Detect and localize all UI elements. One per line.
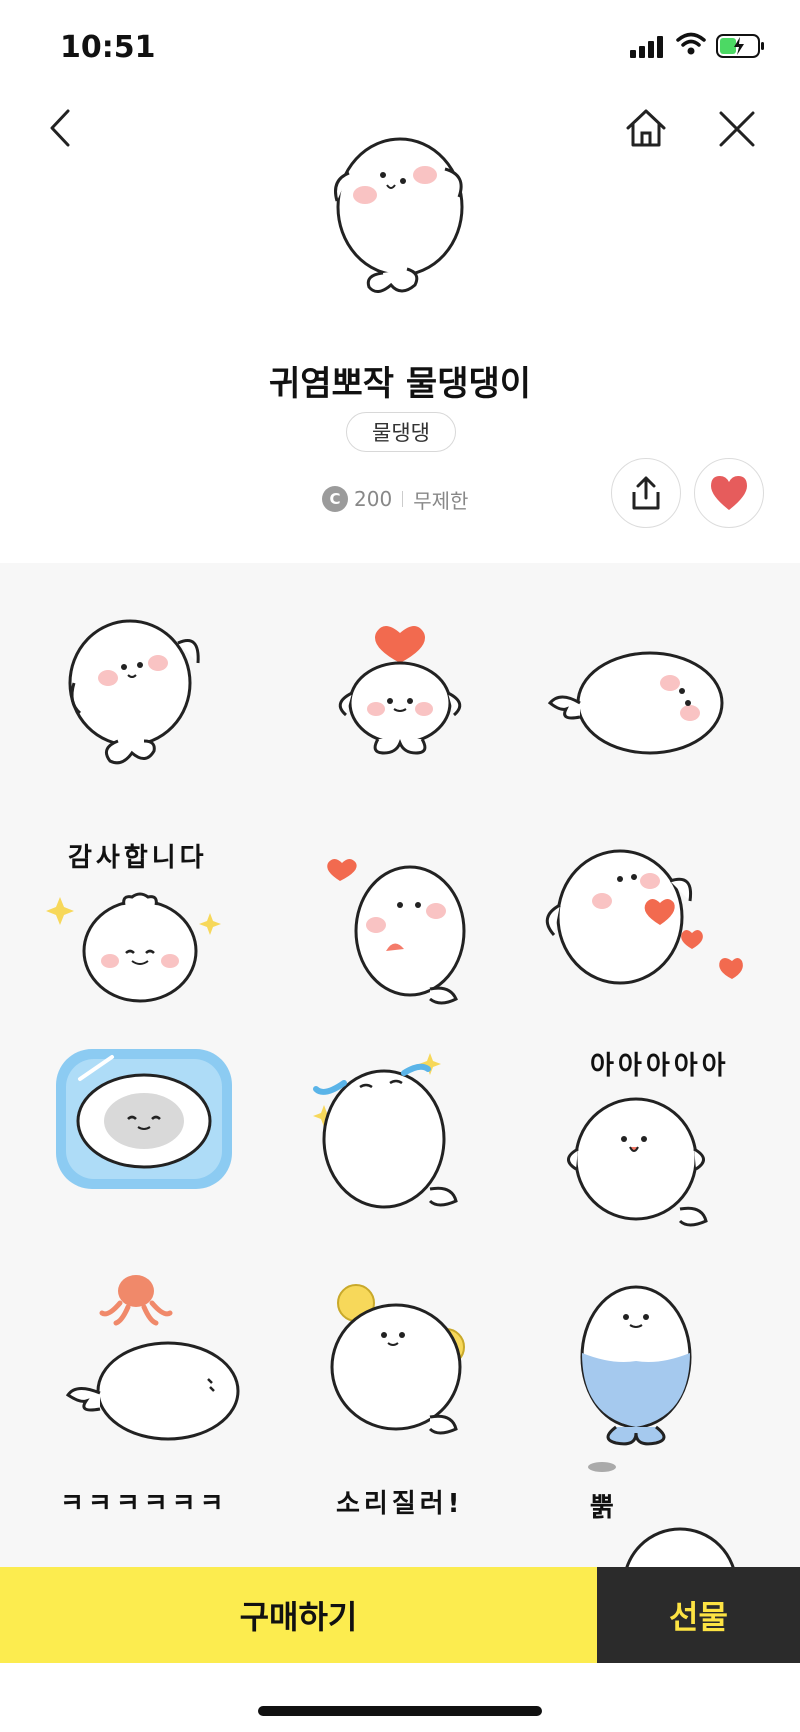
- close-icon[interactable]: [718, 110, 756, 148]
- usage-period: 무제한: [413, 488, 469, 513]
- sticker-caption: 감사합니다: [68, 843, 208, 873]
- sticker-seal-tears[interactable]: [280, 1039, 520, 1254]
- seal-window-image: [56, 1049, 232, 1189]
- seal-tears-image: [313, 1053, 458, 1209]
- sticker-seal-octopus[interactable]: [40, 1257, 280, 1472]
- price-row: C 200 무제한: [322, 484, 468, 514]
- sticker-seal-shout[interactable]: 소리질러!: [280, 1475, 520, 1567]
- wifi-icon: [676, 32, 706, 55]
- sticker-grid: 감사합니다 아아아아아 ㅋㅋㅋㅋㅋㅋ 소리질러! 뿕: [0, 563, 800, 1567]
- seal-octopus-image: [65, 1275, 240, 1441]
- sticker-seal-aaaa[interactable]: 아아아아아: [520, 1039, 760, 1254]
- sticker-seal-lying[interactable]: [520, 603, 760, 818]
- seal-pompom-image: [330, 1284, 465, 1435]
- seal-lying-image: [547, 651, 724, 755]
- heart-icon: [711, 476, 747, 510]
- gift-button[interactable]: 선물: [597, 1567, 800, 1663]
- seal-heart-head-image: [338, 626, 462, 755]
- seal-water-image: [580, 1285, 692, 1472]
- sticker-seal-window[interactable]: [40, 1039, 280, 1254]
- like-button[interactable]: [694, 458, 764, 528]
- sticker-seal-hearts-kiss[interactable]: [280, 821, 520, 1036]
- buy-button[interactable]: 구매하기: [0, 1567, 597, 1663]
- share-icon: [632, 476, 660, 510]
- sticker-caption: 소리질러!: [336, 1489, 464, 1519]
- coin-icon: C: [322, 486, 348, 512]
- seal-wave-image: [68, 619, 200, 765]
- sticker-seal-kkk[interactable]: ㅋㅋㅋㅋㅋㅋ: [40, 1475, 280, 1567]
- sticker-seal-ppyak[interactable]: 뿕: [520, 1475, 760, 1567]
- sticker-caption: ㅋㅋㅋㅋㅋㅋ: [60, 1489, 228, 1519]
- back-icon[interactable]: [48, 108, 72, 148]
- hero-sticker-image: [334, 137, 464, 293]
- price-divider: [402, 491, 404, 507]
- seal-ppyak-image: [625, 1527, 735, 1567]
- share-button[interactable]: [611, 458, 681, 528]
- product-title: 귀염뽀작 물댕댕이: [268, 364, 532, 404]
- battery-icon: [716, 34, 764, 58]
- author-tag[interactable]: 물댕댕: [346, 412, 456, 452]
- seal-hearts-love-image: [545, 849, 743, 985]
- home-icon[interactable]: [624, 106, 668, 150]
- sticker-caption: 아아아아아: [590, 1051, 730, 1081]
- signal-icon: [630, 36, 663, 58]
- sticker-seal-thanks[interactable]: 감사합니다: [40, 821, 280, 1036]
- seal-hearts-kiss-image: [327, 859, 466, 1005]
- sticker-seal-wave[interactable]: [40, 603, 280, 818]
- sticker-seal-water[interactable]: [520, 1257, 760, 1472]
- home-indicator[interactable]: [258, 1706, 542, 1716]
- status-time: 10:51: [60, 30, 156, 65]
- status-bar: 10:51: [0, 0, 800, 90]
- sticker-seal-hearts-love[interactable]: [520, 821, 760, 1036]
- sticker-seal-heart-head[interactable]: [280, 603, 520, 818]
- sticker-caption: 뿕: [590, 1493, 618, 1523]
- price-value: 200: [354, 487, 393, 511]
- sticker-seal-pompom[interactable]: [280, 1257, 520, 1472]
